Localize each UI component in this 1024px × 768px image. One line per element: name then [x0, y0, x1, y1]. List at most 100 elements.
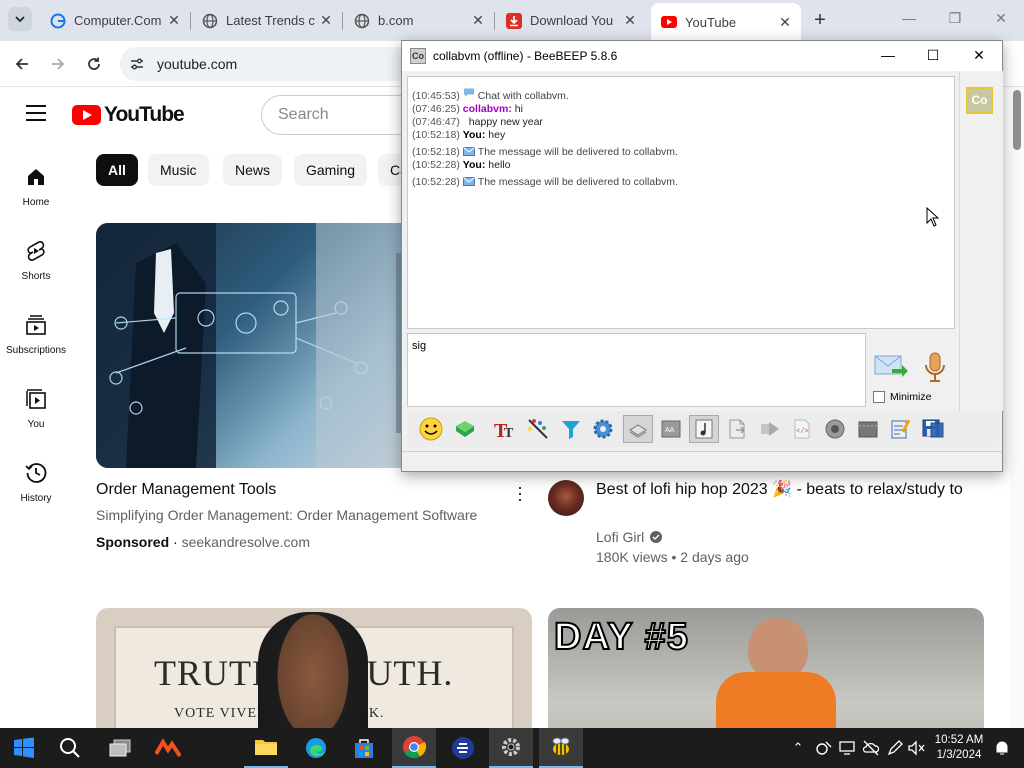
minimize-icon[interactable]: — [901, 10, 917, 26]
message-text: The message will be delivered to collabv… [477, 146, 678, 158]
screenshot-button[interactable] [821, 415, 849, 443]
voice-message-button[interactable] [922, 351, 948, 383]
reload-button[interactable] [82, 52, 106, 76]
html-button[interactable]: </> [788, 415, 816, 443]
message-text: The message will be delivered to collabv… [477, 176, 678, 188]
scrollbar-thumb[interactable] [1013, 90, 1021, 150]
sidebar-label: You [27, 419, 45, 430]
sidebar-item-history[interactable]: History [0, 461, 72, 504]
video-title[interactable]: Best of lofi hip hop 2023 🎉 - beats to r… [596, 479, 976, 501]
book-icon: AA [661, 420, 681, 438]
chip-all[interactable]: All [96, 154, 138, 186]
browser-tab[interactable]: Download You ✕ [496, 4, 646, 37]
video-title[interactable]: Order Management Tools [96, 479, 276, 501]
close-window-icon[interactable]: ✕ [993, 10, 1009, 27]
volume-muted-icon[interactable] [908, 738, 926, 758]
emoticon-button[interactable] [417, 415, 445, 443]
app-e-button[interactable] [441, 728, 485, 768]
message-input[interactable]: sig [407, 333, 866, 407]
window-titlebar[interactable]: Co collabvm (offline) - BeeBEEP 5.8.6 — … [402, 41, 1002, 71]
site-info-icon[interactable] [129, 56, 145, 72]
font-button[interactable]: TT [491, 415, 519, 443]
chip-partial[interactable]: Ca [378, 154, 402, 186]
save-button[interactable] [919, 415, 947, 443]
media-button[interactable] [854, 415, 882, 443]
chip-music[interactable]: Music [148, 154, 209, 186]
app-orange-button[interactable] [146, 728, 190, 768]
clock-time: 10:52 AM [934, 734, 984, 746]
back-button[interactable] [10, 52, 34, 76]
home-icon [24, 165, 48, 189]
chat-history[interactable]: (10:45:53) Chat with collabvm. (07:46:25… [407, 76, 955, 329]
edge-button[interactable] [294, 728, 338, 768]
settings-button[interactable] [589, 415, 617, 443]
file-explorer-button[interactable] [244, 728, 288, 768]
monitor-icon[interactable] [838, 738, 856, 758]
spell-check-button[interactable]: AA [657, 415, 685, 443]
beebeep-taskbar-button[interactable] [539, 728, 583, 768]
close-icon[interactable]: ✕ [622, 12, 638, 29]
notification-icon[interactable] [993, 738, 1011, 758]
store-icon [355, 739, 373, 758]
forward-button[interactable] [46, 52, 70, 76]
search-icon [60, 738, 80, 758]
close-icon[interactable]: ✕ [166, 12, 182, 29]
sidebar-item-subscriptions[interactable]: Subscriptions [0, 313, 72, 356]
menu-icon[interactable] [26, 105, 46, 121]
sidebar-item-shorts[interactable]: Shorts [0, 239, 72, 282]
ad-domain[interactable]: seekandresolve.com [182, 534, 310, 550]
minimize-checkbox[interactable] [873, 391, 885, 403]
system-clock[interactable]: 10:52 AM 1/3/2024 [930, 733, 988, 763]
close-icon[interactable]: ✕ [470, 12, 486, 29]
forward-button[interactable] [756, 415, 784, 443]
show-history-button[interactable] [623, 415, 653, 443]
minimize-icon[interactable]: — [878, 47, 898, 63]
settings-app-button[interactable] [489, 728, 533, 768]
close-icon[interactable]: ✕ [777, 14, 793, 31]
network-icon[interactable] [815, 738, 833, 758]
browser-tab[interactable]: Computer.Com ✕ [40, 4, 190, 37]
tab-label: b.com [378, 13, 414, 28]
filter-button[interactable] [557, 415, 585, 443]
floppy-icon [922, 419, 944, 438]
browser-tab[interactable]: b.com ✕ [344, 4, 494, 37]
send-message-button[interactable] [874, 353, 908, 379]
store-button[interactable] [342, 728, 386, 768]
user-avatar[interactable]: Co [966, 87, 993, 114]
youtube-logo[interactable]: YouTube [72, 103, 185, 127]
start-button[interactable] [2, 728, 46, 768]
tray-icon [629, 424, 647, 438]
new-tab-button[interactable]: + [810, 10, 830, 30]
save-chat-button[interactable] [723, 415, 751, 443]
tab-label: Latest Trends c [226, 13, 315, 28]
page-scrollbar[interactable] [1010, 87, 1024, 728]
send-file-button[interactable] [451, 415, 479, 443]
browser-tab[interactable]: Latest Trends c ✕ [192, 4, 342, 37]
cloud-off-icon[interactable] [862, 738, 880, 758]
more-options-icon[interactable]: · · · [514, 478, 526, 508]
browser-tab-active[interactable]: YouTube ✕ [651, 3, 801, 41]
chrome-button[interactable] [392, 728, 436, 768]
maximize-icon[interactable]: ☐ [923, 47, 943, 64]
restore-icon[interactable]: ❐ [947, 10, 963, 27]
edit-button[interactable] [886, 415, 914, 443]
task-view-button[interactable] [98, 728, 142, 768]
camera-lens-icon [825, 419, 845, 439]
message-text: Chat with collabvm. [477, 90, 569, 102]
font-color-button[interactable] [524, 415, 552, 443]
close-icon[interactable]: ✕ [318, 12, 334, 29]
chevron-up-icon[interactable]: ⌃ [789, 738, 807, 758]
tab-divider [342, 12, 343, 30]
notes-button[interactable] [689, 415, 719, 443]
sidebar-item-home[interactable]: Home [0, 165, 72, 208]
chip-news[interactable]: News [223, 154, 283, 186]
pen-icon[interactable] [886, 738, 904, 758]
channel-avatar[interactable] [548, 480, 584, 516]
youtube-icon [661, 14, 677, 30]
sidebar-item-you[interactable]: You [0, 387, 72, 430]
channel-name[interactable]: Lofi Girl [596, 529, 644, 545]
search-button[interactable] [48, 728, 92, 768]
chip-gaming[interactable]: Gaming [294, 154, 368, 186]
close-icon[interactable]: ✕ [969, 47, 989, 64]
tab-search-button[interactable] [8, 7, 32, 31]
